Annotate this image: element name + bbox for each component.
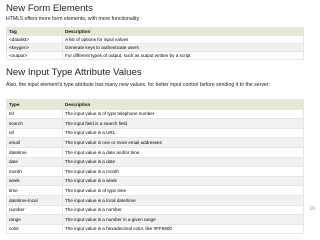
table-row: time The input value is of type time bbox=[6, 185, 304, 196]
column-header-description: Description bbox=[62, 27, 304, 36]
table-row: color The input value is a hexadecimal co… bbox=[6, 223, 304, 235]
table-cell-type: url bbox=[6, 127, 63, 139]
table-cell-description: The input value is of type telephone num… bbox=[62, 108, 304, 120]
table-row: date The input value is a date bbox=[6, 156, 304, 168]
table-cell-type: tel bbox=[6, 108, 63, 120]
table-cell-type: search bbox=[6, 118, 63, 129]
table-cell-description: The input field is a search field bbox=[62, 118, 304, 129]
table-row: <datalist> A list of options for input v… bbox=[6, 35, 304, 44]
table-header-row: Tag Description bbox=[6, 27, 304, 36]
table-header-row: Type Description bbox=[6, 99, 304, 110]
table-cell-description: The input value is a week bbox=[62, 175, 304, 187]
table-cell-description: A list of options for input values bbox=[62, 35, 304, 44]
table-cell-description: The input value is a date and/or time bbox=[62, 146, 304, 158]
page-number: 16 bbox=[309, 206, 315, 212]
table-row: tel The input value is of type telephone … bbox=[6, 108, 304, 120]
table-cell-type: date bbox=[6, 156, 63, 168]
section-title: New Input Type Attribute Values bbox=[6, 67, 142, 78]
table-cell-type: month bbox=[6, 166, 63, 177]
table-cell-description: The input value is a number bbox=[62, 204, 304, 216]
table-cell-type: range bbox=[6, 214, 63, 225]
table-row: range The input value is a number in a gi… bbox=[6, 214, 304, 225]
table-cell-description: For different types of output, such as o… bbox=[62, 51, 304, 60]
input-types-table: Type Description tel The input value is o… bbox=[6, 99, 304, 235]
table-cell-description: The input value is a local date/time bbox=[62, 194, 304, 206]
column-header-type: Type bbox=[6, 99, 63, 110]
table-cell-description: The input value is a month bbox=[62, 166, 304, 177]
table-cell-description: The input value is a number in a given r… bbox=[62, 214, 304, 225]
form-elements-table: Tag Description <datalist> A list of opt… bbox=[6, 27, 304, 60]
column-header-description: Description bbox=[62, 99, 304, 110]
table-row: number The input value is a number bbox=[6, 204, 304, 216]
table-row: url The input value is a URL bbox=[6, 127, 304, 139]
table-cell-tag: <output> bbox=[6, 51, 63, 60]
table-cell-description: The input value is a hexadecimal color, … bbox=[62, 223, 304, 235]
table-cell-description: The input value is one or more email add… bbox=[62, 137, 304, 148]
table-cell-type: week bbox=[6, 175, 63, 187]
table-cell-tag: <datalist> bbox=[6, 35, 63, 44]
table-cell-description: Generate keys to authenticate users bbox=[62, 43, 304, 52]
intro-text: HTML5 offers more form elements, with mo… bbox=[6, 16, 141, 22]
table-cell-description: The input value is a URL bbox=[62, 127, 304, 139]
table-row: datetime The input value is a date and/or… bbox=[6, 146, 304, 158]
table-cell-type: datetime bbox=[6, 146, 63, 158]
table-row: <keygen> Generate keys to authenticate u… bbox=[6, 43, 304, 52]
table-cell-type: number bbox=[6, 204, 63, 216]
table-cell-type: color bbox=[6, 223, 63, 235]
table-row: week The input value is a week bbox=[6, 175, 304, 187]
slide-title: New Form Elements bbox=[6, 3, 93, 14]
table-cell-type: datetime-local bbox=[6, 194, 63, 206]
section-text: Also, the input element's type attribute… bbox=[6, 82, 270, 88]
table-cell-description: The input value is a date bbox=[62, 156, 304, 168]
table-row: <output> For different types of output, … bbox=[6, 51, 304, 60]
table-row: month The input value is a month bbox=[6, 166, 304, 177]
table-row: datetime-local The input value is a local… bbox=[6, 194, 304, 206]
table-cell-description: The input value is of type time bbox=[62, 185, 304, 196]
table-row: search The input field is a search field bbox=[6, 118, 304, 129]
table-cell-type: time bbox=[6, 185, 63, 196]
table-row: email The input value is one or more emai… bbox=[6, 137, 304, 148]
table-cell-type: email bbox=[6, 137, 63, 148]
table-cell-tag: <keygen> bbox=[6, 43, 63, 52]
slide: New Form Elements HTML5 offers more form… bbox=[0, 0, 320, 240]
column-header-tag: Tag bbox=[6, 27, 63, 36]
